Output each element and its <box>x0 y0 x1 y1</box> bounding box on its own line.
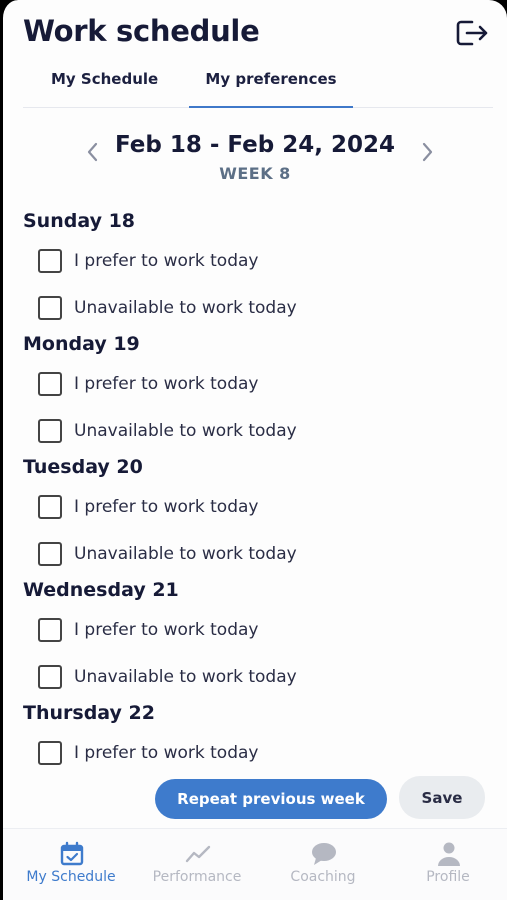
unavailable-option[interactable]: Unavailable to work today <box>38 541 297 567</box>
checkbox[interactable] <box>38 618 62 642</box>
prefer-work-option[interactable]: I prefer to work today <box>38 740 258 766</box>
unavailable-option[interactable]: Unavailable to work today <box>38 295 297 321</box>
prefer-work-option[interactable]: I prefer to work today <box>38 248 258 274</box>
day-heading: Sunday 18 <box>23 210 136 232</box>
option-label: I prefer to work today <box>74 620 259 640</box>
unavailable-option[interactable]: Unavailable to work today <box>38 664 297 690</box>
tab-bar: My Schedule My preferences <box>23 62 493 108</box>
header: Work schedule <box>23 14 493 54</box>
checkbox[interactable] <box>38 296 62 320</box>
day-heading: Monday 19 <box>23 333 140 355</box>
logout-icon[interactable] <box>455 18 489 48</box>
calendar-check-icon <box>60 841 84 866</box>
day-heading: Thursday 22 <box>23 702 155 724</box>
nav-coaching[interactable]: Coaching <box>263 829 383 900</box>
day-section: Wednesday 21 I prefer to work today Unav… <box>23 579 493 702</box>
option-label: I prefer to work today <box>74 497 259 517</box>
prefer-work-option[interactable]: I prefer to work today <box>38 617 258 643</box>
prefer-work-option[interactable]: I prefer to work today <box>38 494 258 520</box>
week-number: WEEK 8 <box>219 164 291 183</box>
checkbox[interactable] <box>38 249 62 273</box>
nav-label: My Schedule <box>26 869 116 885</box>
nav-label: Performance <box>152 869 242 885</box>
day-heading: Wednesday 21 <box>23 579 179 601</box>
unavailable-option[interactable]: Unavailable to work today <box>38 418 297 444</box>
option-label: I prefer to work today <box>74 374 259 394</box>
chat-bubble-icon <box>312 843 336 865</box>
week-navigator: Feb 18 - Feb 24, 2024 WEEK 8 <box>3 128 507 188</box>
day-section: Sunday 18 I prefer to work today Unavail… <box>23 210 493 333</box>
person-icon <box>438 842 460 866</box>
checkbox[interactable] <box>38 495 62 519</box>
checkbox[interactable] <box>38 665 62 689</box>
trend-line-icon <box>185 845 211 863</box>
checkbox[interactable] <box>38 542 62 566</box>
option-label: Unavailable to work today <box>74 421 297 441</box>
nav-my-schedule[interactable]: My Schedule <box>11 829 131 900</box>
prefer-work-option[interactable]: I prefer to work today <box>38 371 258 397</box>
save-button[interactable]: Save <box>399 776 485 819</box>
page-title: Work schedule <box>23 14 260 48</box>
option-label: I prefer to work today <box>74 251 259 271</box>
tab-my-schedule[interactable]: My Schedule <box>51 70 158 108</box>
nav-performance[interactable]: Performance <box>137 829 257 900</box>
tab-my-preferences[interactable]: My preferences <box>189 70 353 108</box>
checkbox[interactable] <box>38 419 62 443</box>
nav-label: Coaching <box>290 869 356 885</box>
option-label: Unavailable to work today <box>74 298 297 318</box>
option-label: Unavailable to work today <box>74 544 297 564</box>
nav-profile[interactable]: Profile <box>388 829 507 900</box>
nav-label: Profile <box>426 869 470 885</box>
bottom-navigation: My Schedule Performance Coaching Profile <box>3 828 507 900</box>
chevron-right-icon[interactable] <box>417 140 437 164</box>
option-label: I prefer to work today <box>74 743 259 763</box>
checkbox[interactable] <box>38 372 62 396</box>
checkbox[interactable] <box>38 741 62 765</box>
option-label: Unavailable to work today <box>74 667 297 687</box>
action-bar: Repeat previous week Save <box>3 776 507 820</box>
day-preference-list: Sunday 18 I prefer to work today Unavail… <box>23 210 493 825</box>
day-section: Monday 19 I prefer to work today Unavail… <box>23 333 493 456</box>
day-heading: Tuesday 20 <box>23 456 143 478</box>
repeat-previous-week-button[interactable]: Repeat previous week <box>155 779 387 819</box>
day-section: Tuesday 20 I prefer to work today Unavai… <box>23 456 493 579</box>
app-screen: Work schedule My Schedule My preferences… <box>0 0 507 900</box>
